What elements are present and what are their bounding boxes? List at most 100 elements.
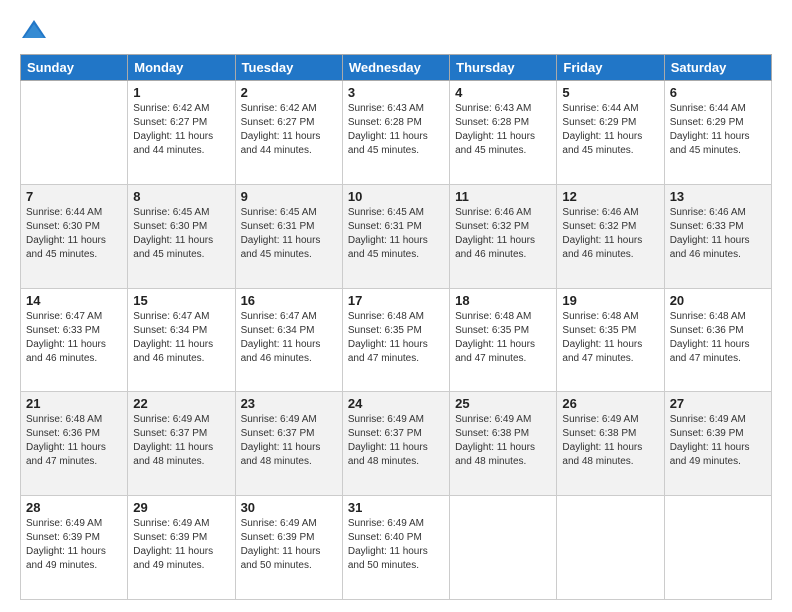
calendar-cell: 20 Sunrise: 6:48 AMSunset: 6:36 PMDayligh… [664,288,771,392]
day-number: 21 [26,396,122,411]
calendar-week-3: 14Sunrise: 6:47 AMSunset: 6:33 PMDayligh… [21,288,772,392]
cell-info: Sunrise: 6:44 AMSunset: 6:29 PMDaylight:… [562,102,658,158]
cell-info: Sunrise: 6:46 AMSunset: 6:32 PMDaylight:… [455,206,551,262]
day-number: 8 [133,189,229,204]
day-number: 2 [241,85,337,100]
calendar-cell: 22 Sunrise: 6:49 AMSunset: 6:37 PMDayligh… [128,392,235,496]
day-number: 13 [670,189,766,204]
day-number: 9 [241,189,337,204]
header-row: Sunday Monday Tuesday Wednesday Thursday… [21,55,772,81]
calendar-cell: 11 Sunrise: 6:46 AMSunset: 6:32 PMDayligh… [450,184,557,288]
day-number: 20 [670,293,766,308]
cell-info: Sunrise: 6:49 AMSunset: 6:40 PMDaylight:… [348,517,444,573]
day-number: 24 [348,396,444,411]
calendar-cell: 5 Sunrise: 6:44 AMSunset: 6:29 PMDaylight… [557,81,664,185]
calendar-cell [664,496,771,600]
cell-info: Sunrise: 6:49 AMSunset: 6:38 PMDaylight:… [455,413,551,469]
calendar-cell: 29Sunrise: 6:49 AMSunset: 6:39 PMDayligh… [128,496,235,600]
logo [20,16,52,44]
cell-info: Sunrise: 6:48 AMSunset: 6:36 PMDaylight:… [26,413,122,469]
day-number: 3 [348,85,444,100]
cell-info: Sunrise: 6:49 AMSunset: 6:37 PMDaylight:… [133,413,229,469]
calendar-cell: 14Sunrise: 6:47 AMSunset: 6:33 PMDayligh… [21,288,128,392]
cell-info: Sunrise: 6:46 AMSunset: 6:33 PMDaylight:… [670,206,766,262]
day-number: 5 [562,85,658,100]
cell-info: Sunrise: 6:42 AMSunset: 6:27 PMDaylight:… [241,102,337,158]
cell-info: Sunrise: 6:48 AMSunset: 6:35 PMDaylight:… [455,310,551,366]
day-number: 22 [133,396,229,411]
day-number: 26 [562,396,658,411]
col-wednesday: Wednesday [342,55,449,81]
cell-info: Sunrise: 6:44 AMSunset: 6:30 PMDaylight:… [26,206,122,262]
calendar-cell: 3 Sunrise: 6:43 AMSunset: 6:28 PMDaylight… [342,81,449,185]
day-number: 12 [562,189,658,204]
calendar-cell: 7 Sunrise: 6:44 AMSunset: 6:30 PMDaylight… [21,184,128,288]
calendar-cell: 26 Sunrise: 6:49 AMSunset: 6:38 PMDayligh… [557,392,664,496]
calendar-table: Sunday Monday Tuesday Wednesday Thursday… [20,54,772,600]
calendar-cell: 15Sunrise: 6:47 AMSunset: 6:34 PMDayligh… [128,288,235,392]
day-number: 15 [133,293,229,308]
col-tuesday: Tuesday [235,55,342,81]
cell-info: Sunrise: 6:49 AMSunset: 6:37 PMDaylight:… [241,413,337,469]
day-number: 11 [455,189,551,204]
cell-info: Sunrise: 6:42 AMSunset: 6:27 PMDaylight:… [133,102,229,158]
cell-info: Sunrise: 6:49 AMSunset: 6:37 PMDaylight:… [348,413,444,469]
logo-icon [20,16,48,44]
cell-info: Sunrise: 6:48 AMSunset: 6:35 PMDaylight:… [348,310,444,366]
calendar-cell: 23Sunrise: 6:49 AMSunset: 6:37 PMDayligh… [235,392,342,496]
cell-info: Sunrise: 6:49 AMSunset: 6:38 PMDaylight:… [562,413,658,469]
calendar-cell: 10 Sunrise: 6:45 AMSunset: 6:31 PMDayligh… [342,184,449,288]
col-monday: Monday [128,55,235,81]
calendar-week-1: 1 Sunrise: 6:42 AMSunset: 6:27 PMDaylight… [21,81,772,185]
calendar-cell: 13 Sunrise: 6:46 AMSunset: 6:33 PMDayligh… [664,184,771,288]
calendar-cell: 9 Sunrise: 6:45 AMSunset: 6:31 PMDaylight… [235,184,342,288]
calendar-cell: 30 Sunrise: 6:49 AMSunset: 6:39 PMDayligh… [235,496,342,600]
calendar-cell: 27Sunrise: 6:49 AMSunset: 6:39 PMDayligh… [664,392,771,496]
calendar-week-4: 21 Sunrise: 6:48 AMSunset: 6:36 PMDayligh… [21,392,772,496]
calendar-cell: 6 Sunrise: 6:44 AMSunset: 6:29 PMDaylight… [664,81,771,185]
day-number: 31 [348,500,444,515]
calendar-cell: 16 Sunrise: 6:47 AMSunset: 6:34 PMDayligh… [235,288,342,392]
calendar-cell: 31 Sunrise: 6:49 AMSunset: 6:40 PMDayligh… [342,496,449,600]
day-number: 25 [455,396,551,411]
header [20,16,772,44]
calendar-cell: 28 Sunrise: 6:49 AMSunset: 6:39 PMDayligh… [21,496,128,600]
calendar-cell: 4 Sunrise: 6:43 AMSunset: 6:28 PMDaylight… [450,81,557,185]
calendar-cell [21,81,128,185]
calendar-cell: 12 Sunrise: 6:46 AMSunset: 6:32 PMDayligh… [557,184,664,288]
day-number: 4 [455,85,551,100]
cell-info: Sunrise: 6:43 AMSunset: 6:28 PMDaylight:… [455,102,551,158]
calendar-cell: 17Sunrise: 6:48 AMSunset: 6:35 PMDayligh… [342,288,449,392]
cell-info: Sunrise: 6:49 AMSunset: 6:39 PMDaylight:… [26,517,122,573]
cell-info: Sunrise: 6:45 AMSunset: 6:31 PMDaylight:… [348,206,444,262]
day-number: 30 [241,500,337,515]
day-number: 16 [241,293,337,308]
cell-info: Sunrise: 6:47 AMSunset: 6:34 PMDaylight:… [241,310,337,366]
calendar-cell [450,496,557,600]
calendar-cell: 24 Sunrise: 6:49 AMSunset: 6:37 PMDayligh… [342,392,449,496]
cell-info: Sunrise: 6:46 AMSunset: 6:32 PMDaylight:… [562,206,658,262]
day-number: 10 [348,189,444,204]
day-number: 18 [455,293,551,308]
calendar-week-5: 28 Sunrise: 6:49 AMSunset: 6:39 PMDayligh… [21,496,772,600]
cell-info: Sunrise: 6:48 AMSunset: 6:35 PMDaylight:… [562,310,658,366]
cell-info: Sunrise: 6:43 AMSunset: 6:28 PMDaylight:… [348,102,444,158]
calendar-cell: 1 Sunrise: 6:42 AMSunset: 6:27 PMDaylight… [128,81,235,185]
calendar-cell: 25 Sunrise: 6:49 AMSunset: 6:38 PMDayligh… [450,392,557,496]
day-number: 1 [133,85,229,100]
cell-info: Sunrise: 6:47 AMSunset: 6:33 PMDaylight:… [26,310,122,366]
calendar-cell: 19 Sunrise: 6:48 AMSunset: 6:35 PMDayligh… [557,288,664,392]
day-number: 19 [562,293,658,308]
day-number: 7 [26,189,122,204]
cell-info: Sunrise: 6:48 AMSunset: 6:36 PMDaylight:… [670,310,766,366]
cell-info: Sunrise: 6:49 AMSunset: 6:39 PMDaylight:… [133,517,229,573]
col-thursday: Thursday [450,55,557,81]
cell-info: Sunrise: 6:44 AMSunset: 6:29 PMDaylight:… [670,102,766,158]
page: Sunday Monday Tuesday Wednesday Thursday… [0,0,792,612]
calendar-cell: 2 Sunrise: 6:42 AMSunset: 6:27 PMDaylight… [235,81,342,185]
cell-info: Sunrise: 6:49 AMSunset: 6:39 PMDaylight:… [241,517,337,573]
cell-info: Sunrise: 6:45 AMSunset: 6:31 PMDaylight:… [241,206,337,262]
day-number: 28 [26,500,122,515]
day-number: 6 [670,85,766,100]
day-number: 27 [670,396,766,411]
